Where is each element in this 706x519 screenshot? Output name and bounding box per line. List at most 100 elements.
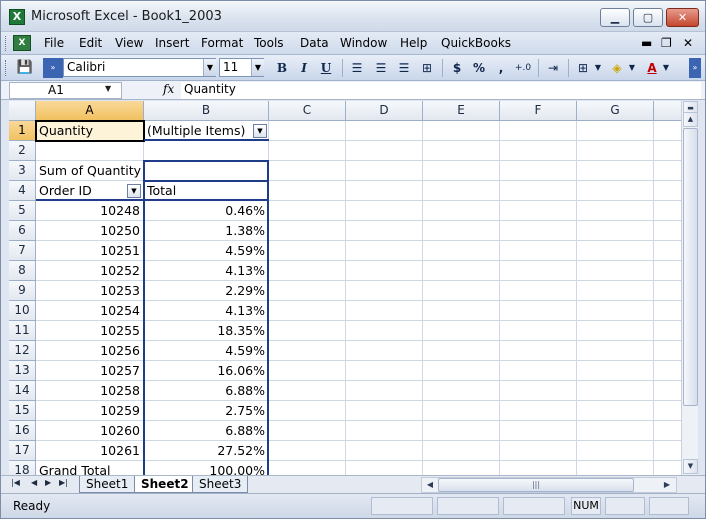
fill-color-icon[interactable]: ◈ [607,58,627,78]
align-center-icon[interactable]: ☰ [371,58,391,78]
borders-dropdown-icon[interactable]: ▼ [593,58,603,78]
grid-cell[interactable] [577,141,654,161]
grid-cell[interactable] [423,321,500,341]
grid-cell[interactable] [577,241,654,261]
grid-cell[interactable] [500,221,577,241]
cell-a6[interactable]: 10250 [36,221,144,241]
grid-cell[interactable] [346,401,423,421]
grid-cell[interactable] [500,141,577,161]
row-header[interactable]: 10 [9,301,36,321]
grid-cell[interactable] [500,201,577,221]
grid-cell[interactable] [269,161,346,181]
font-size-dropdown-icon[interactable]: ▼ [251,59,264,76]
grid-cell[interactable] [423,441,500,461]
grid-cell[interactable] [346,381,423,401]
vertical-scroll-thumb[interactable] [683,128,698,406]
grid-cell[interactable] [500,261,577,281]
comma-button[interactable]: , [491,58,511,78]
cell-b6[interactable]: 1.38% [144,221,269,241]
font-color-icon[interactable]: A [642,58,662,78]
grid-cell[interactable] [269,461,346,475]
merge-center-icon[interactable]: ⊞ [417,58,437,78]
cell-a11[interactable]: 10255 [36,321,144,341]
grid-cell[interactable] [654,341,681,361]
formula-input[interactable]: Quantity [181,82,701,99]
cell-b17[interactable]: 27.52% [144,441,269,461]
grid-cell[interactable] [346,261,423,281]
increase-decimal-icon[interactable]: +.0 [513,58,533,78]
grid-cell[interactable] [500,181,577,201]
grid-cell[interactable] [654,161,681,181]
toolbar-options-icon[interactable]: » [43,58,63,78]
grid-cell[interactable] [423,121,500,141]
cell-b2[interactable] [144,141,269,161]
grid-cell[interactable] [423,301,500,321]
grid-cell[interactable] [577,321,654,341]
grid-cell[interactable] [500,321,577,341]
align-right-icon[interactable]: ☰ [394,58,414,78]
grid-cell[interactable] [500,441,577,461]
row-header[interactable]: 13 [9,361,36,381]
grid-cell[interactable] [577,201,654,221]
row-header[interactable]: 4 [9,181,36,201]
scroll-right-icon[interactable]: ▶ [660,478,674,492]
cell-a17[interactable]: 10261 [36,441,144,461]
font-name-dropdown-icon[interactable]: ▼ [203,59,216,76]
cell-b10[interactable]: 4.13% [144,301,269,321]
column-header-b[interactable]: B [144,101,269,121]
grid-cell[interactable] [269,341,346,361]
grid-cell[interactable] [346,321,423,341]
grid-cell[interactable] [346,461,423,475]
next-sheet-icon[interactable]: ▶ [45,478,51,487]
grid-cell[interactable] [500,381,577,401]
grid-cell[interactable] [577,461,654,475]
bold-button[interactable]: B [272,58,292,78]
grid-cell[interactable] [500,341,577,361]
cell-b3[interactable] [144,161,269,181]
percent-button[interactable]: % [469,58,489,78]
cell-a10[interactable]: 10254 [36,301,144,321]
grid-cell[interactable] [500,241,577,261]
borders-icon[interactable]: ⊞ [573,58,593,78]
column-header-a[interactable]: A [36,101,144,121]
menu-data[interactable]: Data [300,36,329,50]
close-button[interactable]: ✕ [666,8,699,27]
grid-cell[interactable] [500,421,577,441]
grid-cell[interactable] [269,121,346,141]
scroll-down-icon[interactable]: ▼ [683,459,698,474]
grid-cell[interactable] [423,361,500,381]
column-header-d[interactable]: D [346,101,423,121]
row-header[interactable]: 14 [9,381,36,401]
row-header[interactable]: 9 [9,281,36,301]
grid-cell[interactable] [423,161,500,181]
grid-cell[interactable] [423,341,500,361]
row-header[interactable]: 16 [9,421,36,441]
cell-b8[interactable]: 4.13% [144,261,269,281]
grid-cell[interactable] [654,361,681,381]
currency-button[interactable]: $ [447,58,467,78]
last-sheet-icon[interactable]: ▶| [59,478,68,487]
row-header[interactable]: 5 [9,201,36,221]
font-color-dropdown-icon[interactable]: ▼ [661,58,671,78]
doc-close-icon[interactable]: ✕ [683,36,693,50]
column-header-g[interactable]: G [577,101,654,121]
menu-window[interactable]: Window [340,36,387,50]
grid-cell[interactable] [346,441,423,461]
cell-a15[interactable]: 10259 [36,401,144,421]
toolbar-grip[interactable] [5,60,8,76]
column-header-f[interactable]: F [500,101,577,121]
grid-cell[interactable] [346,181,423,201]
grid-cell[interactable] [269,221,346,241]
column-header-c[interactable]: C [269,101,346,121]
cell-b14[interactable]: 6.88% [144,381,269,401]
cell-a1[interactable]: Quantity [36,121,144,141]
cell-b18[interactable]: 100.00% [144,461,269,475]
save-icon[interactable]: 💾 [13,58,37,78]
grid-cell[interactable] [500,361,577,381]
grid-cell[interactable] [269,441,346,461]
grid-cell[interactable] [500,121,577,141]
minimize-button[interactable]: ▁ [600,8,630,27]
scroll-up-icon[interactable]: ▲ [683,112,698,127]
grid-cell[interactable] [500,161,577,181]
grid-cell[interactable] [500,461,577,475]
